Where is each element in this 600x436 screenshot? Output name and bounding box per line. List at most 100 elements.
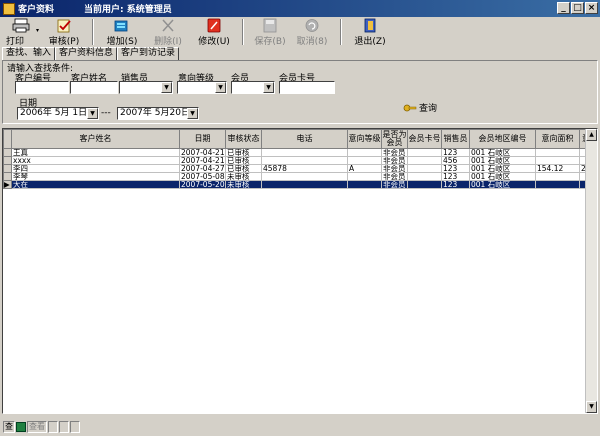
table-cell-is-member[interactable]: 非会员	[381, 180, 408, 189]
salesperson-select[interactable]: ▼	[119, 81, 173, 94]
customer-no-input[interactable]	[15, 81, 69, 94]
table-row[interactable]: 王真 2007-04-21 已审核 非会员 123 001 石岐区	[3, 148, 594, 157]
table-cell-sales[interactable]: 123	[441, 172, 470, 181]
row-indicator[interactable]	[3, 148, 12, 157]
table-cell-status[interactable]: 已审核	[225, 156, 262, 165]
table-cell-date[interactable]: 2007-04-21	[179, 148, 226, 157]
table-cell-is-member[interactable]: 非会员	[381, 172, 408, 181]
column-header[interactable]: 是否为会员	[381, 129, 408, 149]
table-row[interactable]: 李四 2007-04-27 已审核 45878 A 非会员 123 001 石岐区 154.12…	[3, 164, 594, 173]
column-header[interactable]: 电话	[261, 129, 348, 149]
member-card-input[interactable]	[279, 81, 335, 94]
date-from-picker[interactable]: 2006年 5月 1日 ▼	[17, 107, 99, 120]
table-cell-card[interactable]	[407, 164, 442, 173]
table-cell-status[interactable]: 已审核	[225, 148, 262, 157]
table-cell-phone[interactable]	[261, 172, 348, 181]
table-cell-intent[interactable]	[347, 172, 382, 181]
column-header[interactable]: 审核状态	[225, 129, 262, 149]
table-cell-name[interactable]: 大在	[11, 180, 180, 189]
intent-level-select[interactable]: ▼	[177, 81, 227, 94]
column-header[interactable]: 会员卡号	[407, 129, 442, 149]
date-to-picker[interactable]: 2007年 5月20日 ▼	[117, 107, 199, 120]
close-button[interactable]: ×	[585, 2, 598, 14]
table-cell-card[interactable]	[407, 180, 442, 189]
column-header[interactable]: 意向等级	[347, 129, 382, 149]
tab-search-input[interactable]: 查找、输入	[2, 47, 56, 60]
table-cell-card[interactable]	[407, 172, 442, 181]
audit-button[interactable]: 审核(P)	[46, 17, 82, 47]
exit-button[interactable]: 退出(Z)	[352, 17, 388, 47]
table-cell-phone[interactable]	[261, 148, 348, 157]
table-cell-date[interactable]: 2007-04-27	[179, 164, 226, 173]
table-cell-name[interactable]: 王真	[11, 148, 180, 157]
table-cell-is-member[interactable]: 非会员	[381, 156, 408, 165]
cancel-button[interactable]: 取消(8)	[294, 17, 330, 47]
row-indicator[interactable]: ▶	[3, 180, 12, 189]
customer-grid[interactable]: 客户姓名 日期 审核状态 电话 意向等级 是否为会员 会员卡号 销售员 会员地区…	[2, 128, 598, 414]
table-cell-intent[interactable]	[347, 156, 382, 165]
table-cell-phone[interactable]	[261, 180, 348, 189]
table-row[interactable]: xxxx 2007-04-21 已审核 非会员 456 001 石岐区	[3, 156, 594, 165]
delete-button[interactable]: 删除(I)	[150, 17, 186, 47]
table-cell-date[interactable]: 2007-04-21	[179, 156, 226, 165]
row-indicator[interactable]	[3, 164, 12, 173]
table-cell-sales[interactable]: 123	[441, 180, 470, 189]
table-cell-name[interactable]: 李琴	[11, 172, 180, 181]
column-header[interactable]: 会员地区编号	[469, 129, 536, 149]
tab-visit-records[interactable]: 客户到访记录	[117, 47, 180, 60]
table-cell-region[interactable]: 001 石岐区	[469, 164, 536, 173]
table-cell-area[interactable]	[535, 156, 580, 165]
table-row[interactable]: ▶ 大在 2007-05-20 未审核 非会员 123 001 石岐区	[3, 180, 594, 189]
scroll-down-arrow-icon[interactable]: ▼	[586, 401, 597, 413]
table-cell-is-member[interactable]: 非会员	[381, 164, 408, 173]
table-cell-region[interactable]: 001 石岐区	[469, 148, 536, 157]
chevron-down-icon[interactable]: ▼	[263, 82, 274, 93]
table-cell-intent[interactable]	[347, 180, 382, 189]
table-cell-intent[interactable]: A	[347, 164, 382, 173]
print-dropdown-arrow[interactable]: ▾	[36, 17, 42, 34]
table-cell-sales[interactable]: 456	[441, 156, 470, 165]
table-cell-name[interactable]: 李四	[11, 164, 180, 173]
table-cell-intent[interactable]	[347, 148, 382, 157]
query-button[interactable]: 查询	[403, 101, 437, 114]
chevron-down-icon[interactable]: ▼	[161, 82, 172, 93]
table-cell-region[interactable]: 001 石岐区	[469, 180, 536, 189]
save-button[interactable]: 保存(B)	[252, 17, 288, 47]
table-cell-phone[interactable]: 45878	[261, 164, 348, 173]
member-select[interactable]: ▼	[231, 81, 275, 94]
edit-button[interactable]: 修改(U)	[196, 17, 232, 47]
table-cell-card[interactable]	[407, 156, 442, 165]
row-indicator[interactable]	[3, 156, 12, 165]
minimize-button[interactable]: _	[557, 2, 570, 14]
table-cell-sales[interactable]: 123	[441, 164, 470, 173]
chevron-down-icon[interactable]: ▼	[215, 82, 226, 93]
column-header[interactable]: 日期	[179, 129, 226, 149]
table-row[interactable]: 李琴 2007-05-08 未审核 非会员 123 001 石岐区	[3, 172, 594, 181]
column-header[interactable]: 意向面积	[535, 129, 580, 149]
vertical-scrollbar[interactable]: ▲ ▼	[585, 129, 597, 413]
table-cell-name[interactable]: xxxx	[11, 156, 180, 165]
table-cell-region[interactable]: 001 石岐区	[469, 172, 536, 181]
print-button[interactable]: 打印(G)	[6, 17, 36, 57]
table-cell-area[interactable]: 154.12	[535, 164, 580, 173]
maximize-button[interactable]: □	[571, 2, 584, 14]
scroll-up-arrow-icon[interactable]: ▲	[586, 129, 597, 141]
table-cell-date[interactable]: 2007-05-20	[179, 180, 226, 189]
table-cell-status[interactable]: 已审核	[225, 164, 262, 173]
column-header[interactable]: 客户姓名	[11, 129, 180, 149]
table-cell-phone[interactable]	[261, 156, 348, 165]
table-cell-is-member[interactable]: 非会员	[381, 148, 408, 157]
table-cell-area[interactable]	[535, 180, 580, 189]
customer-name-input[interactable]	[70, 81, 118, 94]
table-cell-status[interactable]: 未审核	[225, 172, 262, 181]
chevron-down-icon[interactable]: ▼	[87, 108, 98, 119]
row-indicator[interactable]	[3, 172, 12, 181]
table-cell-date[interactable]: 2007-05-08	[179, 172, 226, 181]
table-cell-area[interactable]	[535, 172, 580, 181]
add-button[interactable]: 增加(S)	[104, 17, 140, 47]
table-cell-region[interactable]: 001 石岐区	[469, 156, 536, 165]
chevron-down-icon[interactable]: ▼	[187, 108, 198, 119]
table-cell-status[interactable]: 未审核	[225, 180, 262, 189]
table-cell-area[interactable]	[535, 148, 580, 157]
column-header[interactable]: 销售员	[441, 129, 470, 149]
